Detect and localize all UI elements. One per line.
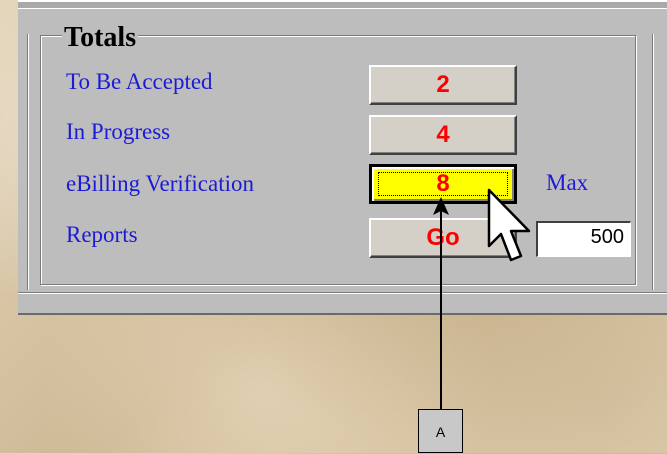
totals-title: Totals bbox=[62, 22, 139, 54]
label-to-be-accepted: To Be Accepted bbox=[66, 69, 213, 94]
max-label: Max bbox=[546, 170, 589, 195]
to-be-accepted-button[interactable]: 2 bbox=[369, 65, 517, 105]
bottom-separator bbox=[18, 292, 667, 294]
left-frame bbox=[18, 34, 29, 290]
annotation-pointer-line bbox=[440, 200, 442, 410]
label-ebilling-verification: eBilling Verification bbox=[66, 171, 255, 196]
window-top-border bbox=[18, 2, 667, 9]
arrow-cursor-icon bbox=[487, 188, 531, 262]
annotation-label-a: A bbox=[418, 409, 463, 453]
totals-window: Totals To Be Accepted In Progress eBilli… bbox=[18, 0, 667, 315]
in-progress-button[interactable]: 4 bbox=[369, 115, 517, 155]
max-input[interactable]: 500 bbox=[536, 221, 631, 257]
label-in-progress: In Progress bbox=[66, 119, 171, 144]
right-frame bbox=[652, 34, 667, 290]
label-reports: Reports bbox=[66, 222, 138, 247]
arrowhead-up-icon bbox=[433, 197, 449, 215]
